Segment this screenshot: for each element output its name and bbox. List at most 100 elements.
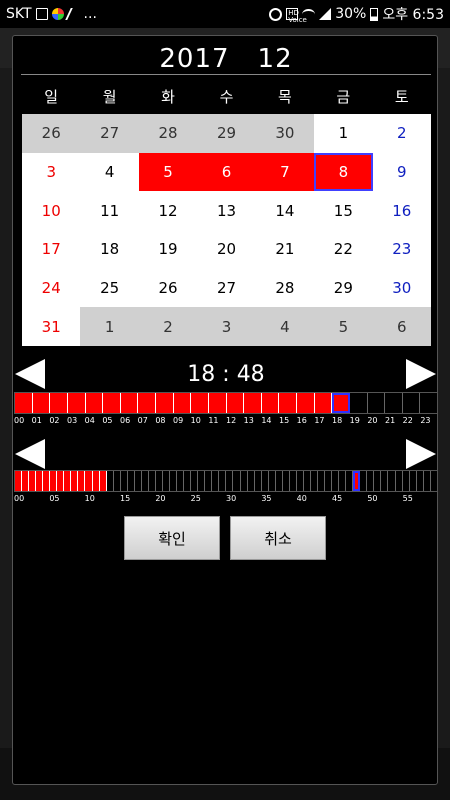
hour-segment[interactable] bbox=[15, 393, 33, 413]
day-cell[interactable]: 27 bbox=[80, 114, 139, 153]
minute-segment[interactable] bbox=[36, 471, 44, 491]
next-hour-arrow-icon[interactable] bbox=[406, 359, 436, 389]
minute-segment[interactable] bbox=[409, 471, 417, 491]
minute-segment[interactable] bbox=[353, 471, 361, 491]
minute-segment[interactable] bbox=[247, 471, 255, 491]
day-cell[interactable]: 21 bbox=[255, 230, 315, 269]
minute-segment[interactable] bbox=[395, 471, 403, 491]
day-cell[interactable]: 4 bbox=[80, 152, 139, 192]
minute-segment[interactable] bbox=[162, 471, 171, 491]
minute-segment[interactable] bbox=[325, 471, 333, 491]
minute-segment[interactable] bbox=[310, 471, 319, 491]
minute-segment[interactable] bbox=[233, 471, 241, 491]
hour-segment[interactable] bbox=[138, 393, 156, 413]
day-cell[interactable]: 26 bbox=[138, 268, 198, 308]
minute-segment[interactable] bbox=[22, 471, 30, 491]
minute-segment[interactable] bbox=[64, 471, 72, 491]
minute-segment[interactable] bbox=[148, 471, 156, 491]
next-minute-arrow-icon[interactable] bbox=[406, 439, 436, 469]
minute-segment[interactable] bbox=[219, 471, 227, 491]
day-cell[interactable]: 4 bbox=[255, 307, 315, 346]
day-cell[interactable]: 28 bbox=[255, 268, 315, 308]
minute-segment[interactable] bbox=[57, 471, 65, 491]
confirm-button[interactable]: 확인 bbox=[124, 516, 220, 560]
day-cell[interactable]: 6 bbox=[197, 152, 256, 192]
hour-segment[interactable] bbox=[32, 393, 51, 413]
hour-segment[interactable] bbox=[173, 393, 192, 413]
hour-segment[interactable] bbox=[297, 393, 315, 413]
hour-segment[interactable] bbox=[420, 393, 437, 413]
day-cell[interactable]: 29 bbox=[314, 268, 373, 308]
minute-segment[interactable] bbox=[318, 471, 326, 491]
minute-segment[interactable] bbox=[402, 471, 410, 491]
minute-segment[interactable] bbox=[212, 471, 220, 491]
hour-segment[interactable] bbox=[332, 393, 350, 413]
hour-segment[interactable] bbox=[367, 393, 386, 413]
minute-segment[interactable] bbox=[127, 471, 135, 491]
day-cell[interactable]: 1 bbox=[80, 307, 139, 346]
hour-segment[interactable] bbox=[244, 393, 262, 413]
day-cell[interactable]: 29 bbox=[197, 114, 256, 153]
minute-segment[interactable] bbox=[416, 471, 424, 491]
minute-segment[interactable] bbox=[71, 471, 79, 491]
day-cell[interactable]: 12 bbox=[138, 191, 198, 230]
hour-segment[interactable] bbox=[103, 393, 121, 413]
minute-segment[interactable] bbox=[275, 471, 283, 491]
minute-segment[interactable] bbox=[381, 471, 389, 491]
day-cell[interactable]: 24 bbox=[22, 268, 81, 308]
minute-segment[interactable] bbox=[29, 471, 37, 491]
day-cell[interactable]: 30 bbox=[255, 114, 315, 153]
day-cell[interactable]: 22 bbox=[314, 230, 373, 269]
minute-segment[interactable] bbox=[92, 471, 100, 491]
minute-segment[interactable] bbox=[367, 471, 375, 491]
minute-segment[interactable] bbox=[374, 471, 382, 491]
minute-segment[interactable] bbox=[360, 471, 368, 491]
hour-segment[interactable] bbox=[120, 393, 139, 413]
hour-segment[interactable] bbox=[314, 393, 333, 413]
minute-segment[interactable] bbox=[155, 471, 163, 491]
hour-segment[interactable] bbox=[156, 393, 174, 413]
hour-segment[interactable] bbox=[349, 393, 368, 413]
minute-segment[interactable] bbox=[113, 471, 121, 491]
minute-segment[interactable] bbox=[198, 471, 206, 491]
minute-segment[interactable] bbox=[289, 471, 297, 491]
minute-segment[interactable] bbox=[282, 471, 290, 491]
minute-segment[interactable] bbox=[332, 471, 340, 491]
day-cell[interactable]: 15 bbox=[314, 191, 373, 230]
day-cell[interactable]: 20 bbox=[197, 230, 256, 269]
minute-segment[interactable] bbox=[339, 471, 347, 491]
day-cell[interactable]: 2 bbox=[138, 307, 198, 346]
day-cell[interactable]: 13 bbox=[197, 191, 256, 230]
day-cell[interactable]: 7 bbox=[255, 152, 315, 192]
minute-segment[interactable] bbox=[254, 471, 262, 491]
minute-segment[interactable] bbox=[423, 471, 431, 491]
day-cell[interactable]: 11 bbox=[80, 191, 139, 230]
hour-bar[interactable] bbox=[14, 392, 438, 414]
minute-segment[interactable] bbox=[106, 471, 114, 491]
day-cell[interactable]: 5 bbox=[138, 152, 198, 192]
hour-segment[interactable] bbox=[279, 393, 297, 413]
hour-segment[interactable] bbox=[402, 393, 421, 413]
minute-segment[interactable] bbox=[78, 471, 86, 491]
hour-segment[interactable] bbox=[385, 393, 403, 413]
minute-segment[interactable] bbox=[268, 471, 276, 491]
hour-segment[interactable] bbox=[226, 393, 245, 413]
day-cell[interactable]: 23 bbox=[372, 230, 431, 269]
day-cell[interactable]: 9 bbox=[372, 152, 431, 192]
minute-segment[interactable] bbox=[134, 471, 142, 491]
day-cell[interactable]: 31 bbox=[22, 307, 81, 346]
day-cell[interactable]: 3 bbox=[197, 307, 256, 346]
day-cell[interactable]: 28 bbox=[138, 114, 198, 153]
minute-segment[interactable] bbox=[85, 471, 93, 491]
minute-segment[interactable] bbox=[205, 471, 213, 491]
minute-segment[interactable] bbox=[388, 471, 396, 491]
minute-segment[interactable] bbox=[430, 471, 437, 491]
minute-bar[interactable] bbox=[14, 470, 438, 492]
minute-segment[interactable] bbox=[303, 471, 311, 491]
day-cell[interactable]: 14 bbox=[255, 191, 315, 230]
minute-segment[interactable] bbox=[226, 471, 234, 491]
day-cell[interactable]: 25 bbox=[80, 268, 139, 308]
minute-segment[interactable] bbox=[43, 471, 51, 491]
day-cell[interactable]: 10 bbox=[22, 191, 81, 230]
minute-segment[interactable] bbox=[346, 471, 354, 491]
